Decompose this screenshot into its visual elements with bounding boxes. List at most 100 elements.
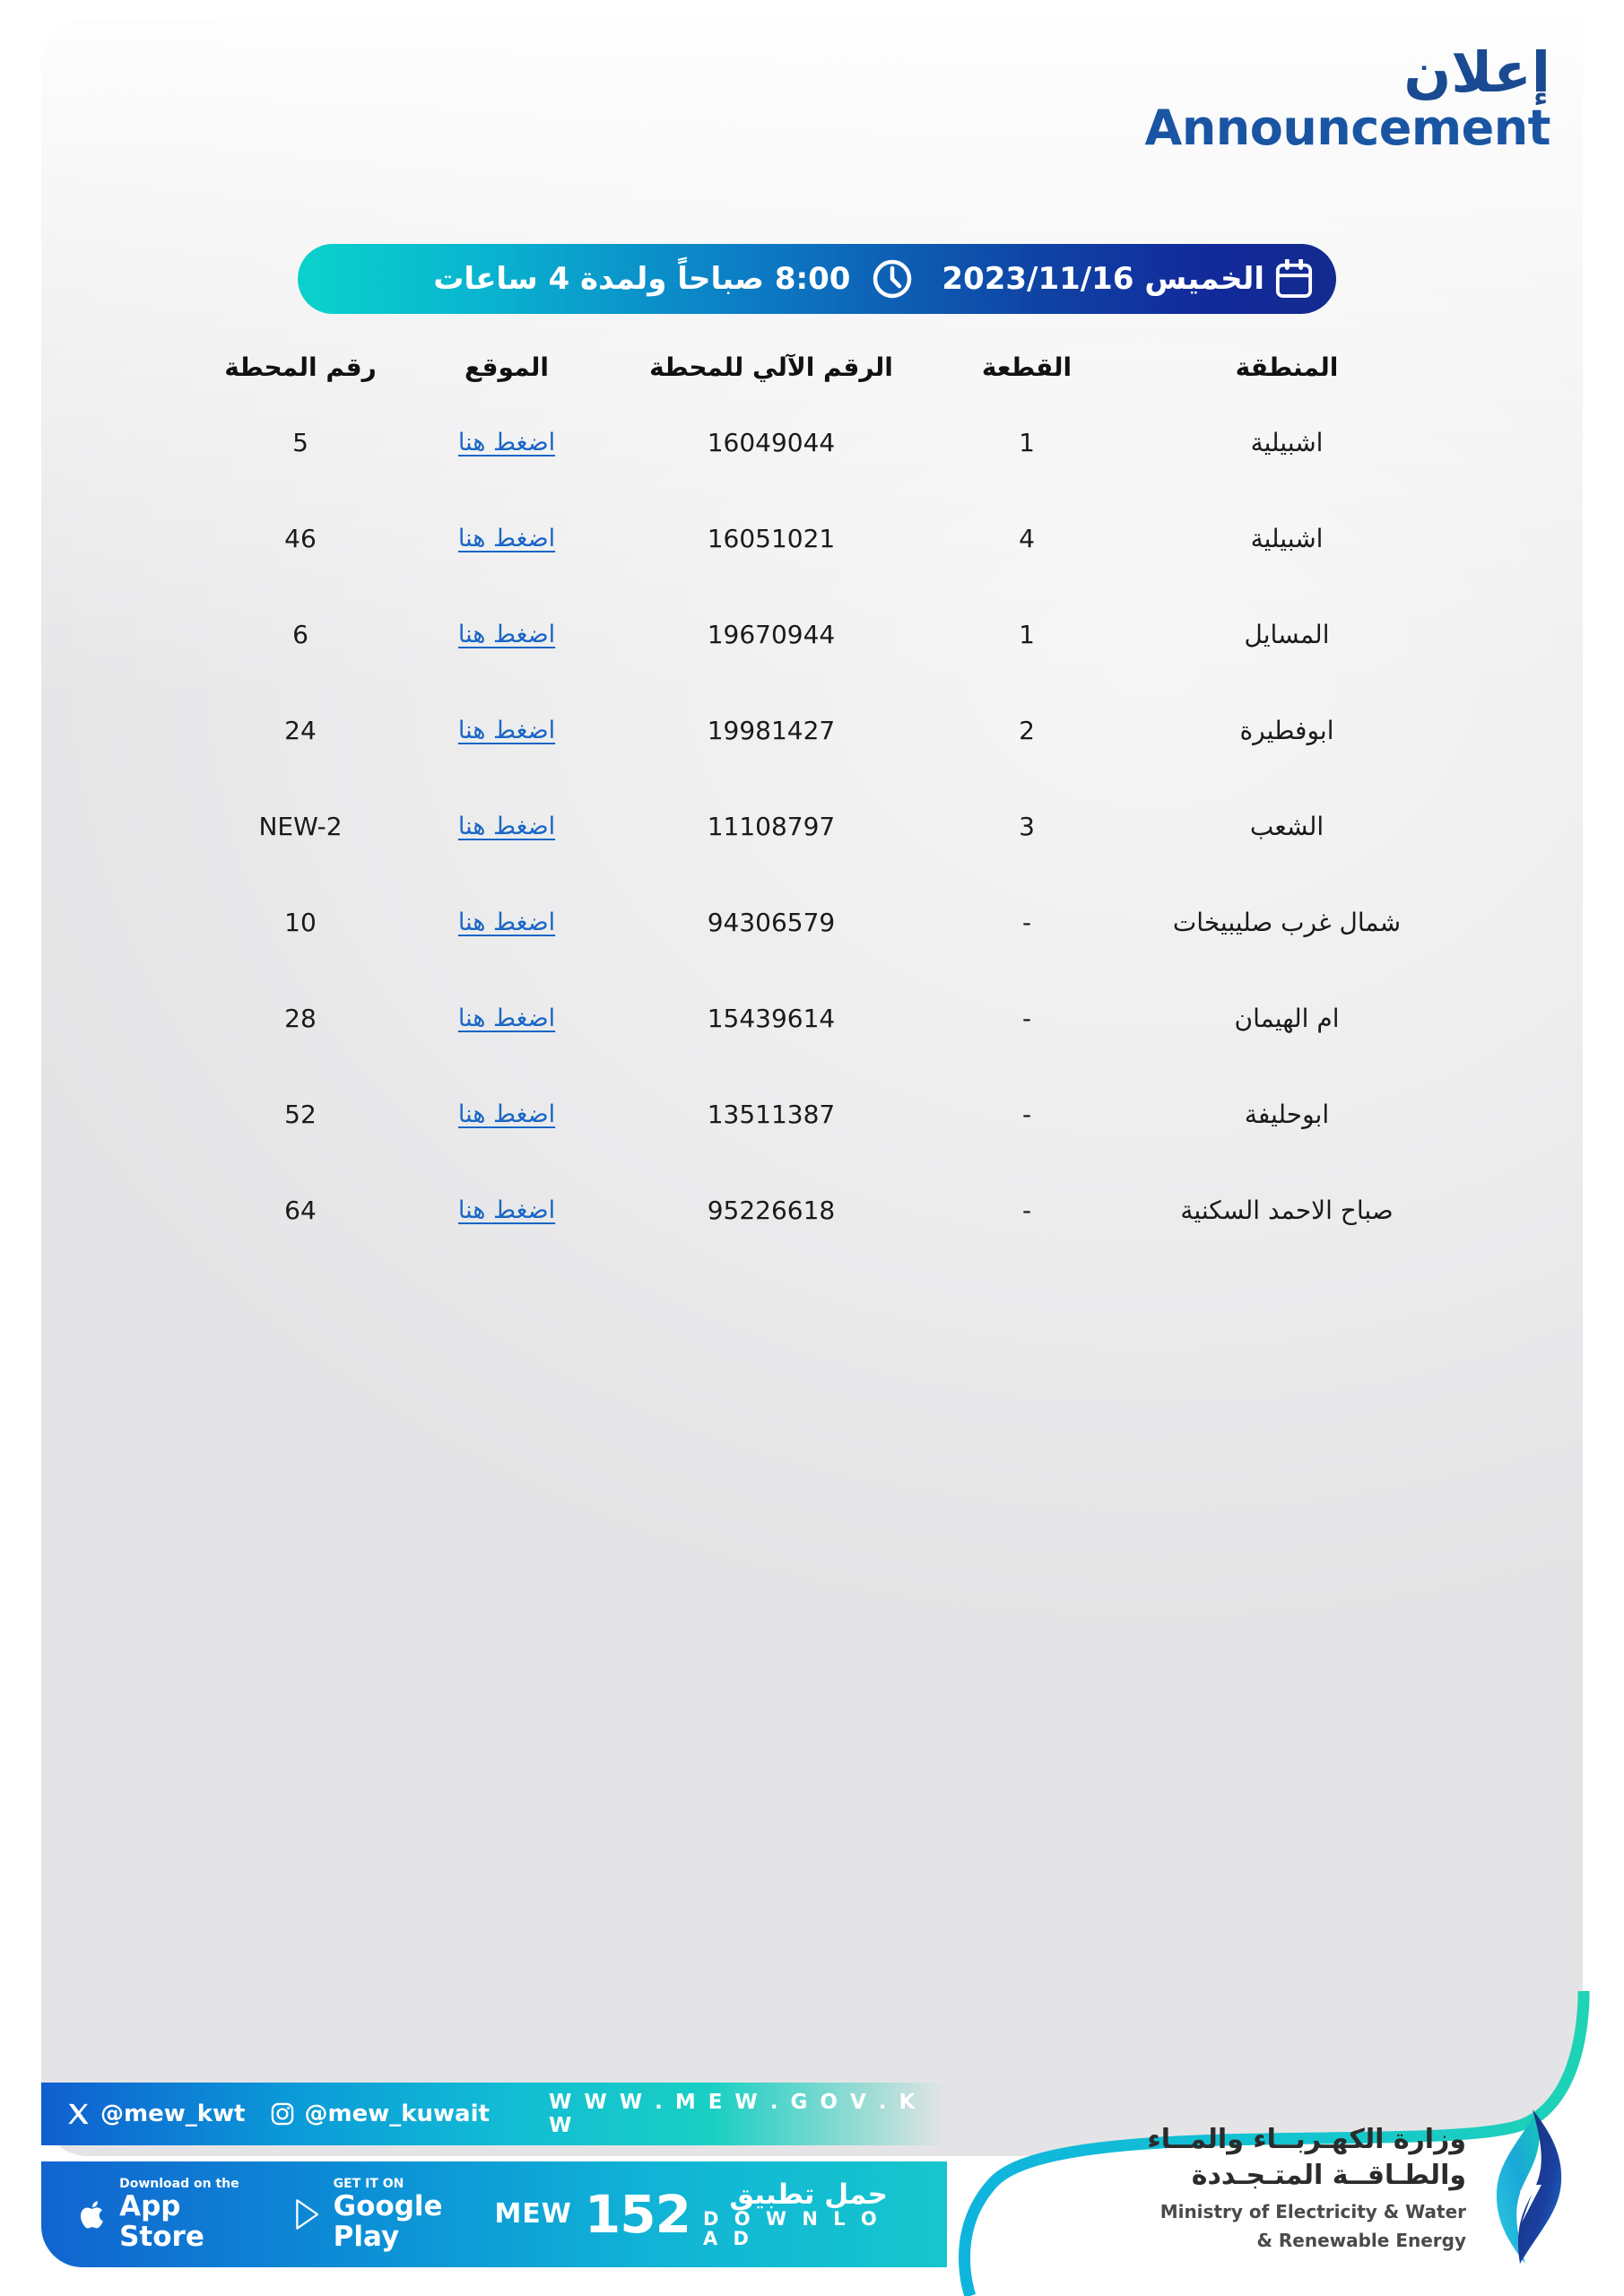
location-link[interactable]: اضغط هنا — [458, 909, 555, 936]
column-header-region: المنطقة — [1235, 352, 1339, 382]
cell-auto-no: 19670944 — [707, 620, 836, 649]
cell-auto-no: 19981427 — [707, 716, 836, 745]
location-link[interactable]: اضغط هنا — [458, 429, 555, 457]
table-row: 52 اضغط هنا 13511387 - ابوحليفة — [206, 1066, 1444, 1162]
apple-icon — [80, 2201, 103, 2229]
cell-station-no: 52 — [284, 1100, 317, 1129]
cell-auto-no: 95226618 — [707, 1196, 836, 1225]
table-row: 10 اضغط هنا 94306579 - شمال غرب صليبيخات — [206, 874, 1444, 970]
cell-station-no: 5 — [292, 428, 308, 457]
cell-region: المسايل — [1244, 620, 1330, 649]
cell-region: اشبيلية — [1250, 428, 1324, 457]
googleplay-main-label: Google Play — [333, 2189, 443, 2254]
location-link[interactable]: اضغط هنا — [458, 525, 555, 552]
calendar-icon — [1275, 257, 1313, 299]
location-link[interactable]: اضغط هنا — [458, 1100, 555, 1128]
location-link[interactable]: اضغط هنا — [458, 813, 555, 840]
cell-location: اضغط هنا — [395, 717, 619, 744]
cell-location: اضغط هنا — [395, 813, 619, 840]
table-row: NEW-2 اضغط هنا 11108797 3 الشعب — [206, 778, 1444, 874]
cell-station-no: 6 — [292, 620, 308, 649]
download-label-arabic: حمل تطبيق — [729, 2178, 888, 2211]
cell-block: 4 — [1019, 524, 1035, 553]
cell-station-no: 10 — [284, 908, 317, 937]
cell-location: اضغط هنا — [395, 1196, 619, 1224]
column-header-block: القطعة — [981, 352, 1073, 382]
googleplay-badge[interactable]: GET IT ON Google Play — [293, 2177, 495, 2252]
instagram-handle-item[interactable]: @mew_kuwait — [270, 2100, 490, 2127]
cell-region: الشعب — [1249, 812, 1324, 841]
cell-location: اضغط هنا — [395, 525, 619, 552]
ministry-name-ar-line1: وزارة الكهـربــاء والمــاء — [1147, 2123, 1466, 2155]
cell-region: صباح الاحمد السكنية — [1180, 1196, 1394, 1225]
location-link[interactable]: اضغط هنا — [458, 717, 555, 744]
mew-leaf-bolt-logo — [1486, 2106, 1572, 2267]
instagram-icon — [272, 2102, 294, 2126]
cell-station-no: 24 — [284, 716, 317, 745]
cell-region: ابوفطيرة — [1239, 716, 1334, 745]
clock-icon — [872, 258, 913, 300]
mew-label: MEW — [494, 2198, 572, 2231]
appstore-sub-label: Download on the — [119, 2176, 239, 2191]
table-row: 64 اضغط هنا 95226618 - صباح الاحمد السكنية — [206, 1162, 1444, 1258]
cell-auto-no: 13511387 — [707, 1100, 836, 1129]
table-row: 24 اضغط هنا 19981427 2 ابوفطيرة — [206, 683, 1444, 778]
announcement-page: إعلان Announcement الخميس 2023/11/16 8:0… — [0, 0, 1624, 2296]
cell-auto-no: 15439614 — [707, 1004, 836, 1033]
website-url[interactable]: W W W . M E W . G O V . K W — [549, 2091, 947, 2137]
schedule-banner: الخميس 2023/11/16 8:00 صباحاً ولمدة 4 سا… — [298, 244, 1336, 314]
appstore-badge[interactable]: Download on the App Store — [79, 2177, 256, 2252]
cell-location: اضغط هنا — [395, 429, 619, 457]
ministry-name-en-line2: & Renewable Energy — [1256, 2229, 1466, 2251]
cell-region: اشبيلية — [1250, 524, 1324, 553]
cell-station-no: 28 — [284, 1004, 317, 1033]
location-link[interactable]: اضغط هنا — [458, 1004, 555, 1032]
social-links-bar: @mew_kwt @mew_kuwait W W W . M E W . G O… — [41, 2083, 947, 2145]
cell-region: ابوحليفة — [1244, 1100, 1330, 1129]
cell-auto-no: 11108797 — [707, 812, 836, 841]
cell-location: اضغط هنا — [395, 1004, 619, 1032]
ministry-name-en-line1: Ministry of Electricity & Water — [1159, 2200, 1466, 2222]
cell-auto-no: 94306579 — [707, 908, 836, 937]
cell-block: 3 — [1019, 812, 1035, 841]
cell-location: اضغط هنا — [395, 621, 619, 648]
banner-date: الخميس 2023/11/16 — [942, 261, 1264, 297]
cell-block: - — [1021, 1100, 1032, 1129]
app-download-bar: Download on the App Store GET IT ON Goog… — [41, 2161, 947, 2267]
appstore-main-label: App Store — [119, 2189, 204, 2254]
cell-station-no: 46 — [284, 524, 317, 553]
page-title-arabic: إعلان — [1403, 39, 1550, 105]
googleplay-sub-label: GET IT ON — [333, 2176, 404, 2191]
page-title-english: Announcement — [1144, 100, 1551, 157]
cell-region: ام الهيمان — [1234, 1004, 1340, 1033]
mew152-download-block: MEW 152 حمل تطبيق D O W N L O A D — [494, 2180, 888, 2249]
cell-auto-no: 16049044 — [707, 428, 836, 457]
cell-block: - — [1021, 908, 1032, 937]
column-header-auto-no: الرقم الآلي للمحطة — [649, 352, 893, 382]
instagram-handle-label: @mew_kuwait — [304, 2100, 490, 2127]
table-row: 6 اضغط هنا 19670944 1 المسايل — [206, 587, 1444, 683]
column-header-location: الموقع — [465, 352, 549, 382]
cell-block: 1 — [1019, 620, 1035, 649]
mew-number: 152 — [584, 2183, 691, 2245]
location-link[interactable]: اضغط هنا — [458, 621, 555, 648]
cell-block: 2 — [1019, 716, 1035, 745]
table-row: 46 اضغط هنا 16051021 4 اشبيلية — [206, 491, 1444, 587]
cell-station-no: NEW-2 — [258, 812, 343, 841]
page-header: إعلان Announcement — [1144, 39, 1551, 157]
cell-block: 1 — [1019, 428, 1035, 457]
cell-location: اضغط هنا — [395, 909, 619, 936]
x-twitter-icon — [68, 2103, 89, 2125]
ministry-name-ar-line2: والطـاقــة المتـجـددة — [1191, 2160, 1466, 2191]
cell-block: - — [1021, 1004, 1032, 1033]
download-label-english: D O W N L O A D — [702, 2208, 881, 2250]
x-handle-item[interactable]: @mew_kwt — [66, 2100, 245, 2127]
outage-table: رقم المحطة الموقع الرقم الآلي للمحطة الق… — [206, 339, 1444, 1258]
ministry-logo-block: وزارة الكهـربــاء والمــاء والطـاقــة ال… — [1147, 2106, 1572, 2267]
cell-auto-no: 16051021 — [707, 524, 836, 553]
cell-location: اضغط هنا — [395, 1100, 619, 1128]
location-link[interactable]: اضغط هنا — [458, 1196, 555, 1224]
table-row: 5 اضغط هنا 16049044 1 اشبيلية — [206, 395, 1444, 491]
x-handle-label: @mew_kwt — [100, 2100, 246, 2127]
google-play-icon — [295, 2199, 318, 2230]
